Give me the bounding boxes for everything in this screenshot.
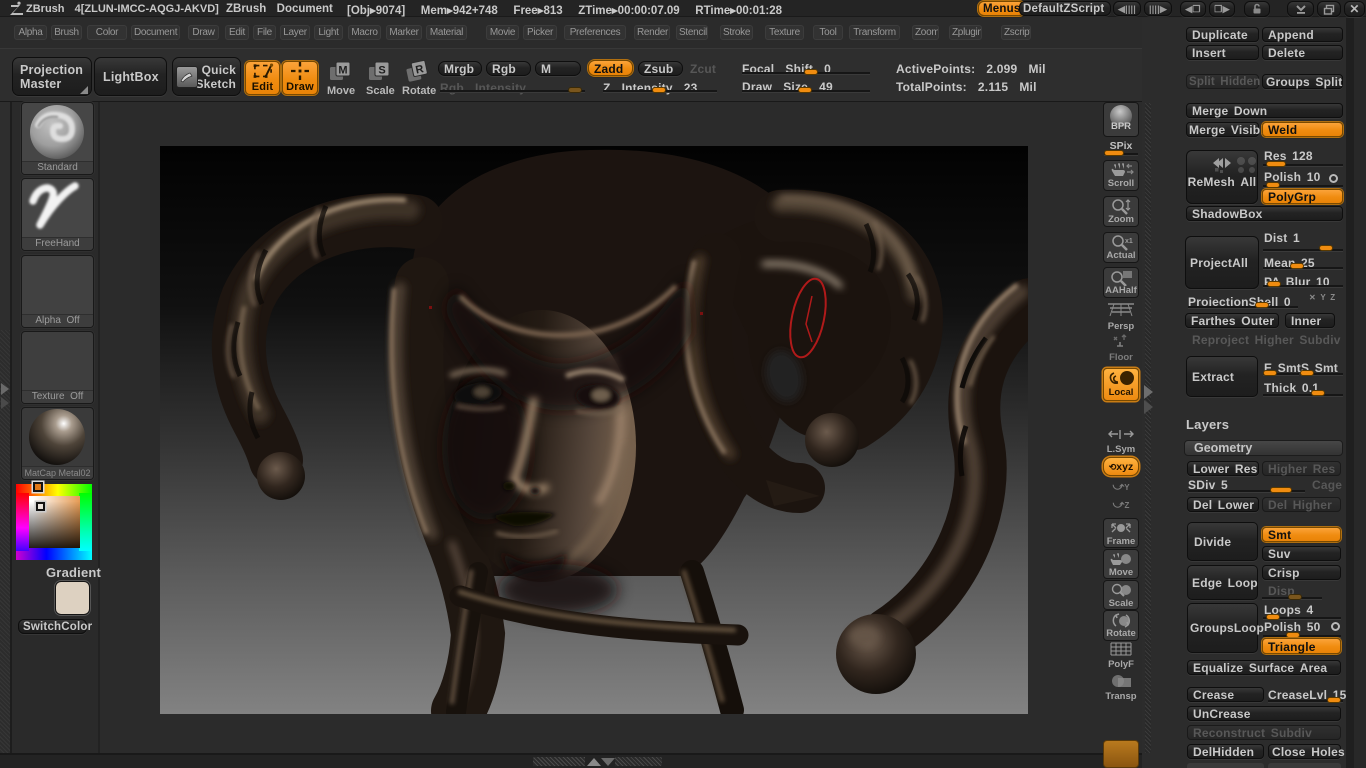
svg-text:x1: x1 bbox=[1125, 238, 1133, 245]
svg-text:M: M bbox=[338, 65, 347, 77]
svg-text:S: S bbox=[378, 65, 385, 77]
